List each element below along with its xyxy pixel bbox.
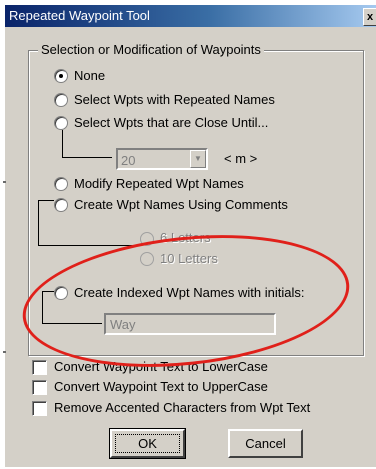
radio-create-indexed-label: Create Indexed Wpt Names with initials: <box>74 285 305 300</box>
ok-button[interactable]: OK <box>109 428 186 459</box>
checkbox-uppercase[interactable] <box>32 380 47 395</box>
connector-line <box>38 200 39 245</box>
selection-group-legend: Selection or Modification of Waypoints <box>38 42 264 57</box>
radio-select-repeated[interactable] <box>54 93 68 107</box>
radio-create-comments-label: Create Wpt Names Using Comments <box>74 197 288 212</box>
initials-input-value: Way <box>110 317 136 332</box>
chevron-down-icon[interactable]: ▼ <box>190 150 206 168</box>
scan-artifact <box>3 181 6 183</box>
radio-select-repeated-label: Select Wpts with Repeated Names <box>74 92 275 107</box>
checkbox-lowercase-label: Convert Waypoint Text to LowerCase <box>54 359 268 374</box>
distance-unit-label: < m > <box>224 151 258 166</box>
radio-10-letters-label: 10 Letters <box>160 251 218 266</box>
radio-modify-repeated[interactable] <box>54 177 68 191</box>
checkbox-uppercase-label: Convert Waypoint Text to UpperCase <box>54 379 268 394</box>
window-title: Repeated Waypoint Tool <box>9 8 150 23</box>
radio-selected-dot <box>59 74 63 78</box>
connector-line <box>62 157 112 158</box>
cancel-button[interactable]: Cancel <box>228 429 303 458</box>
distance-combo[interactable]: 20 ▼ <box>116 148 208 170</box>
radio-select-close[interactable] <box>54 116 68 130</box>
initials-input[interactable]: Way <box>104 313 276 335</box>
radio-none-label: None <box>74 68 106 83</box>
radio-none[interactable] <box>54 69 68 83</box>
connector-line <box>42 291 43 323</box>
checkbox-remove-accents-label: Remove Accented Characters from Wpt Text <box>54 400 311 415</box>
checkbox-remove-accents[interactable] <box>32 401 47 416</box>
connector-line <box>62 130 63 157</box>
connector-line <box>42 291 54 292</box>
radio-select-close-label: Select Wpts that are Close Until... <box>74 115 269 130</box>
radio-6-letters[interactable] <box>140 232 154 246</box>
checkbox-lowercase[interactable] <box>32 360 47 375</box>
connector-line <box>42 323 102 324</box>
radio-modify-repeated-label: Modify Repeated Wpt Names <box>74 176 244 191</box>
radio-6-letters-label: 6 Letters <box>160 230 211 245</box>
connector-line <box>38 245 138 246</box>
radio-create-comments[interactable] <box>54 198 68 212</box>
cancel-button-label: Cancel <box>245 436 286 451</box>
close-button[interactable]: x <box>363 8 376 26</box>
focus-rectangle <box>115 434 180 453</box>
connector-line <box>38 200 54 201</box>
radio-create-indexed[interactable] <box>54 286 68 300</box>
title-bar[interactable]: Repeated Waypoint Tool x <box>5 5 376 27</box>
scan-artifact <box>3 351 6 353</box>
distance-combo-value: 20 <box>121 153 136 168</box>
radio-10-letters[interactable] <box>140 252 154 266</box>
